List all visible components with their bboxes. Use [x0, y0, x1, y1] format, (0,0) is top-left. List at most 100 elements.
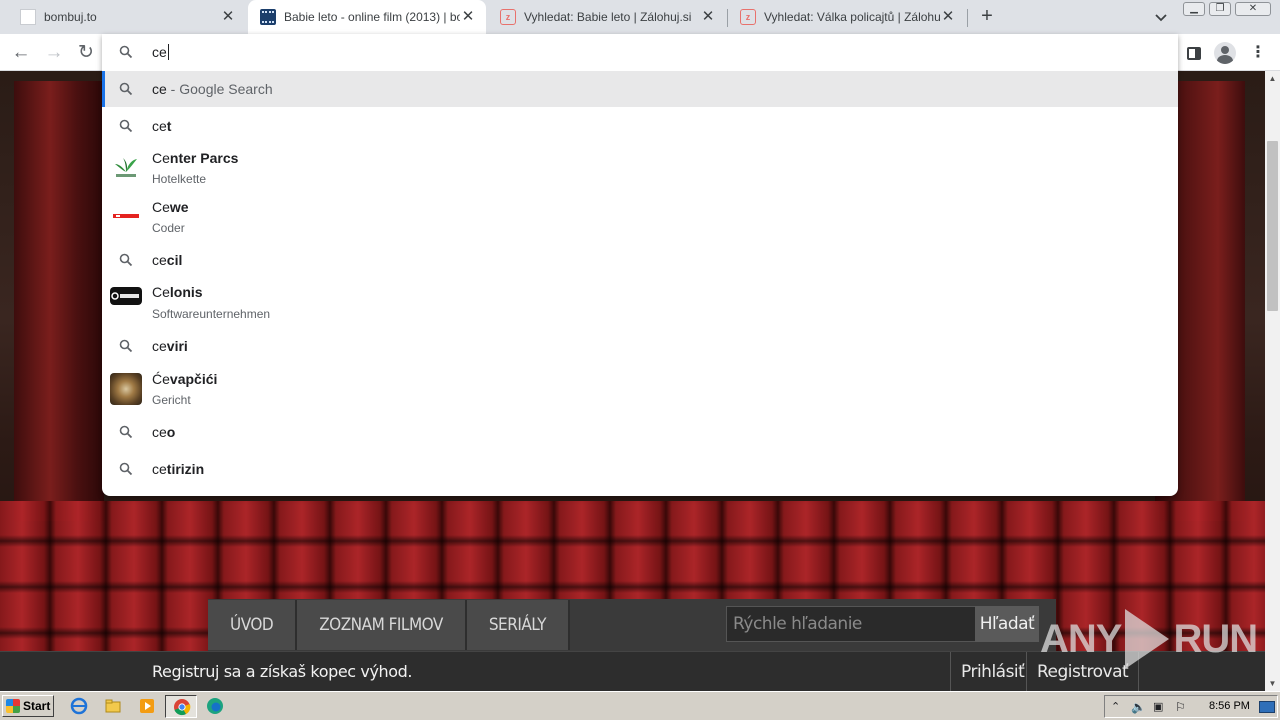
curtain-left — [14, 81, 104, 521]
scroll-down-arrow-icon[interactable]: ▼ — [1265, 676, 1280, 691]
tab-zalohuj-babie[interactable]: z Vyhledat: Babie leto | Zálohuj.si ✕ — [488, 0, 726, 34]
show-desktop-icon[interactable] — [1259, 701, 1275, 713]
start-label: Start — [23, 699, 51, 713]
search-icon — [119, 462, 133, 476]
nav-movie-list[interactable]: ZOZNAM FILMOV — [297, 600, 467, 650]
watermark-right: RUN — [1173, 616, 1258, 661]
profile-button[interactable] — [1214, 42, 1236, 64]
typed-text: ce — [152, 44, 167, 60]
suggestion-typed-part: ce — [152, 338, 167, 354]
scroll-up-arrow-icon[interactable]: ▲ — [1265, 71, 1280, 86]
search-icon — [119, 425, 133, 439]
watermark-left: ANY — [1040, 616, 1122, 661]
cevapcici-photo — [110, 373, 142, 405]
suggestion-text: Ćevapčići — [152, 371, 217, 387]
suggestion-text: cet — [152, 118, 171, 134]
minimize-icon[interactable]: ▁ — [1183, 2, 1205, 16]
tray-expand-icon[interactable]: ⌃ — [1111, 700, 1125, 714]
internet-explorer-icon[interactable] — [70, 697, 88, 715]
suggestion-typed-part: ce — [152, 252, 167, 268]
side-panel-button[interactable] — [1183, 42, 1205, 64]
scrollbar-thumb[interactable] — [1267, 141, 1278, 311]
suggestion-item[interactable]: cet — [102, 107, 1178, 144]
back-arrow-icon[interactable]: ← — [10, 42, 32, 64]
suggestion-suffix: - Google Search — [166, 81, 273, 97]
search-icon — [119, 119, 133, 133]
tab-separator — [967, 9, 968, 27]
media-player-icon[interactable] — [138, 697, 156, 715]
volume-icon[interactable]: 🔈 — [1131, 700, 1146, 714]
film-icon — [260, 9, 276, 25]
suggestion-subtitle: Gericht — [152, 393, 191, 407]
suggestion-entity[interactable]: Celonis Softwareunternehmen — [102, 278, 1178, 327]
suggestion-entity[interactable]: Cewe Coder — [102, 192, 1178, 241]
suggestion-entity[interactable]: Center Parcs Hotelkette — [102, 144, 1178, 192]
close-window-icon[interactable]: ✕ — [1235, 2, 1271, 16]
tray-clock[interactable]: 8:56 PM — [1209, 700, 1250, 712]
suggestion-text: Cewe — [152, 199, 189, 215]
new-tab-plus-icon[interactable]: + — [976, 5, 998, 27]
suggestion-completion: nter Parcs — [169, 150, 239, 166]
start-button[interactable]: Start — [2, 695, 54, 717]
suggestion-completion: vapčići — [169, 371, 218, 387]
restore-icon[interactable]: ❐ — [1209, 2, 1231, 16]
quick-search-input[interactable]: Rýchle hľadanie — [726, 606, 976, 642]
menu-button[interactable]: ⋮ — [1247, 42, 1269, 64]
reload-icon[interactable]: ↻ — [75, 42, 97, 64]
suggestion-completion: viri — [166, 338, 188, 354]
tab-title: Vyhledat: Babie leto | Zálohuj.si — [524, 10, 692, 24]
tab-zalohuj-valka[interactable]: z Vyhledat: Válka policajtů | Zálohuj.si… — [728, 0, 966, 34]
celonis-logo — [110, 287, 142, 305]
suggestion-typed-part: ce — [152, 461, 167, 477]
edge-icon[interactable] — [206, 697, 224, 715]
search-button[interactable]: Hľadať — [975, 606, 1039, 642]
close-icon[interactable]: ✕ — [460, 9, 476, 25]
close-icon[interactable]: ✕ — [700, 9, 716, 25]
suggestion-text: Center Parcs — [152, 150, 238, 166]
suggestion-entity[interactable]: Ćevapčići Gericht — [102, 364, 1178, 413]
cewe-logo — [110, 200, 142, 232]
login-link[interactable]: Prihlásiť — [950, 652, 1034, 691]
suggestion-text: cetirizin — [152, 461, 204, 477]
suggestion-completion: we — [169, 199, 189, 215]
suggestion-typed-part: Će — [152, 371, 170, 387]
suggestion-google-search[interactable]: ce - Google Search — [102, 71, 1178, 107]
action-center-flag-icon[interactable]: ⚐ — [1175, 700, 1189, 714]
network-icon[interactable]: ▣ — [1153, 700, 1167, 714]
chevron-down-icon[interactable] — [1152, 8, 1170, 26]
folder-icon[interactable] — [104, 697, 122, 715]
zalohuj-icon: z — [740, 9, 756, 25]
forward-arrow-icon[interactable]: → — [43, 42, 65, 64]
suggestion-completion: cil — [166, 252, 183, 268]
close-icon[interactable]: ✕ — [940, 9, 956, 25]
suggestion-item[interactable]: ceo — [102, 413, 1178, 450]
search-icon — [119, 253, 133, 267]
nav-series[interactable]: SERIÁLY — [466, 600, 570, 650]
suggestion-completion: o — [166, 424, 176, 440]
suggestion-completion: t — [166, 118, 172, 134]
anyrun-watermark: ANY RUN — [1040, 609, 1258, 669]
suggestion-text: ce - Google Search — [152, 81, 273, 97]
vertical-scrollbar[interactable]: ▲ ▼ — [1265, 71, 1280, 691]
side-panel-icon — [1187, 46, 1201, 60]
center-parcs-logo-graphic — [115, 158, 137, 177]
suggestion-typed-part: Ce — [152, 199, 170, 215]
play-triangle-icon — [1125, 609, 1170, 669]
blank-page-icon — [20, 9, 36, 25]
omnibox-dropdown: ce ce - Google Search cet Center Parcs H… — [102, 34, 1178, 496]
tab-title: Vyhledat: Válka policajtů | Zálohuj.si — [764, 10, 940, 24]
suggestion-subtitle: Softwareunternehmen — [152, 307, 271, 321]
chrome-taskbar-button[interactable] — [165, 695, 197, 718]
nav-home[interactable]: ÚVOD — [208, 600, 298, 650]
address-input[interactable]: ce — [152, 44, 169, 60]
suggestion-item[interactable]: cecil — [102, 241, 1178, 278]
close-icon[interactable]: ✕ — [220, 9, 236, 25]
suggestion-completion: tirizin — [166, 461, 205, 477]
suggestion-item[interactable]: ceviri — [102, 327, 1178, 364]
address-bar[interactable]: ce — [102, 34, 1178, 71]
tab-babie-leto[interactable]: Babie leto - online film (2013) | bomb ✕ — [248, 0, 486, 34]
suggestion-item[interactable]: cetirizin — [102, 450, 1178, 487]
tab-bombuj[interactable]: bombuj.to ✕ — [8, 0, 246, 34]
tab-title: bombuj.to — [44, 10, 97, 24]
kebab-menu-icon: ⋮ — [1250, 44, 1266, 61]
